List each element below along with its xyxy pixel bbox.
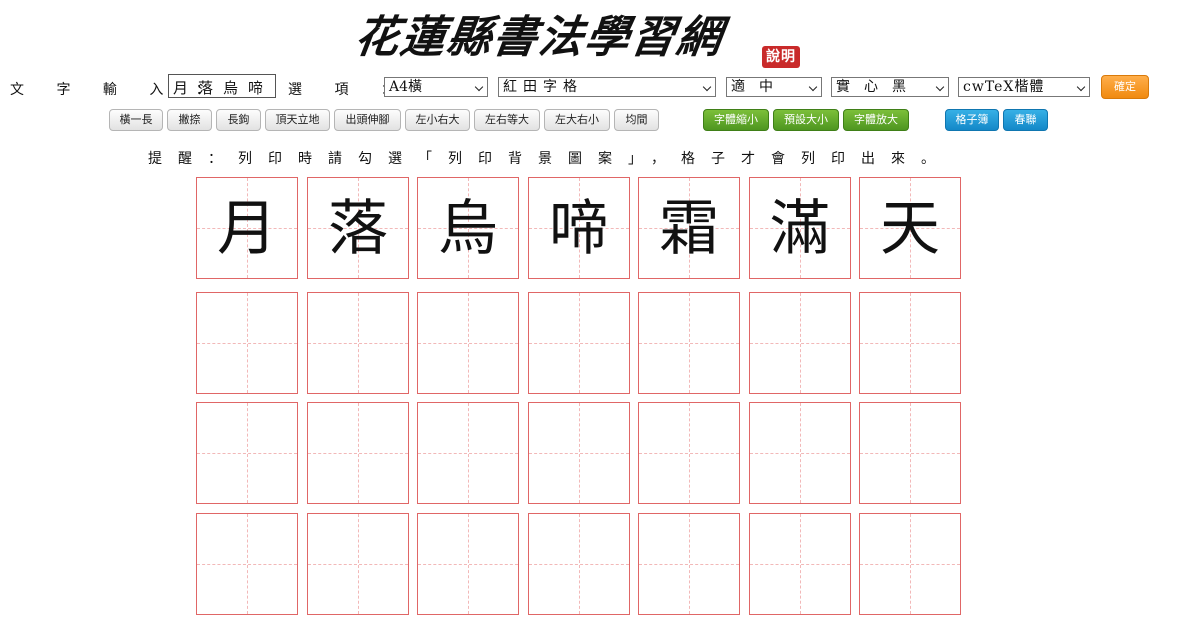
grid-guide-horizontal	[639, 453, 739, 454]
grid-cell	[859, 513, 961, 615]
grid-guide-horizontal	[418, 343, 518, 344]
grid-guide-horizontal	[750, 453, 850, 454]
grid-guide-horizontal	[529, 564, 629, 565]
grid-guide-horizontal	[308, 343, 408, 344]
grid-guide-horizontal	[197, 453, 297, 454]
grid-cell	[196, 292, 298, 394]
grid-character: 霜	[659, 194, 719, 264]
grid-cell	[749, 292, 851, 394]
grid-cell	[196, 513, 298, 615]
stroke-button-changgou[interactable]: 長鉤	[216, 109, 261, 131]
font-enlarge-button[interactable]: 字體放大	[843, 109, 909, 131]
ok-button[interactable]: 確定	[1101, 75, 1149, 99]
grid-guide-horizontal	[308, 453, 408, 454]
stroke-button-piena[interactable]: 撇捺	[167, 109, 212, 131]
grid-guide-horizontal	[860, 564, 960, 565]
grid-cell	[307, 292, 409, 394]
grid-cell: 落	[307, 177, 409, 279]
grid-cell	[749, 402, 851, 504]
grid-cell	[859, 402, 961, 504]
grid-character: 落	[328, 194, 388, 264]
grid-cell: 滿	[749, 177, 851, 279]
grid-type-select[interactable]: 紅田字格	[498, 77, 716, 97]
grid-guide-horizontal	[418, 564, 518, 565]
grid-cell: 月	[196, 177, 298, 279]
grid-cell	[638, 292, 740, 394]
stroke-button-zuoda[interactable]: 左大右小	[544, 109, 610, 131]
grid-cell	[638, 513, 740, 615]
grid-cell	[417, 402, 519, 504]
grid-cell	[307, 513, 409, 615]
stroke-button-zuoxiao[interactable]: 左小右大	[405, 109, 470, 131]
grid-cell: 霜	[638, 177, 740, 279]
print-hint-text: 提醒：列印時請勾選「列印背景圖案」，格子才會列印出來。	[148, 151, 951, 167]
stroke-button-zuoyou[interactable]: 左右等大	[474, 109, 540, 131]
grid-guide-horizontal	[308, 564, 408, 565]
couplet-button[interactable]: 春聯	[1003, 109, 1048, 131]
grid-cell	[528, 292, 630, 394]
grid-character: 啼	[549, 194, 609, 264]
grid-cell	[417, 513, 519, 615]
grid-character: 烏	[438, 194, 498, 264]
grid-guide-horizontal	[750, 564, 850, 565]
grid-guide-horizontal	[418, 453, 518, 454]
style-select[interactable]: 實心黑	[831, 77, 949, 97]
font-shrink-button[interactable]: 字體縮小	[703, 109, 769, 131]
stroke-button-heng[interactable]: 橫一長	[109, 109, 163, 131]
site-logo-title: 花蓮縣書法學習網	[351, 12, 727, 63]
grid-cell	[749, 513, 851, 615]
font-default-button[interactable]: 預設大小	[773, 109, 839, 131]
grid-cell	[528, 402, 630, 504]
font-select[interactable]: cwTeX楷體	[958, 77, 1090, 97]
grid-cell	[638, 402, 740, 504]
grid-guide-horizontal	[860, 343, 960, 344]
help-seal-button[interactable]: 說明	[762, 46, 800, 68]
grid-guide-horizontal	[639, 343, 739, 344]
grid-guide-horizontal	[529, 453, 629, 454]
grid-cell	[528, 513, 630, 615]
grid-cell	[196, 402, 298, 504]
options-row: 文 字 輸 入 ： 月落烏啼 選 項 ： A4橫 紅田字格 適中 實心黑 cwT…	[0, 74, 1191, 100]
paper-select[interactable]: A4橫	[384, 77, 488, 97]
grid-character: 滿	[770, 194, 830, 264]
grid-guide-horizontal	[197, 564, 297, 565]
size-select[interactable]: 適中	[726, 77, 822, 97]
grid-cell	[417, 292, 519, 394]
text-input-field[interactable]: 月落烏啼	[168, 74, 276, 98]
grid-book-button[interactable]: 格子簿	[945, 109, 999, 131]
grid-guide-horizontal	[750, 343, 850, 344]
grid-character: 天	[880, 194, 940, 264]
grid-character: 月	[217, 194, 277, 264]
grid-cell: 天	[859, 177, 961, 279]
grid-guide-horizontal	[529, 343, 629, 344]
grid-cell	[859, 292, 961, 394]
buttons-row: 橫一長 撇捺 長鉤 頂天立地 出頭伸腳 左小右大 左右等大 左大右小 均間 字體…	[0, 109, 1191, 133]
grid-cell: 啼	[528, 177, 630, 279]
grid-guide-horizontal	[197, 343, 297, 344]
stroke-button-junjian[interactable]: 均間	[614, 109, 659, 131]
stroke-button-dingtian[interactable]: 頂天立地	[265, 109, 330, 131]
grid-cell: 烏	[417, 177, 519, 279]
grid-cell	[307, 402, 409, 504]
stroke-button-chutou[interactable]: 出頭伸腳	[334, 109, 401, 131]
grid-guide-horizontal	[860, 453, 960, 454]
grid-guide-horizontal	[639, 564, 739, 565]
